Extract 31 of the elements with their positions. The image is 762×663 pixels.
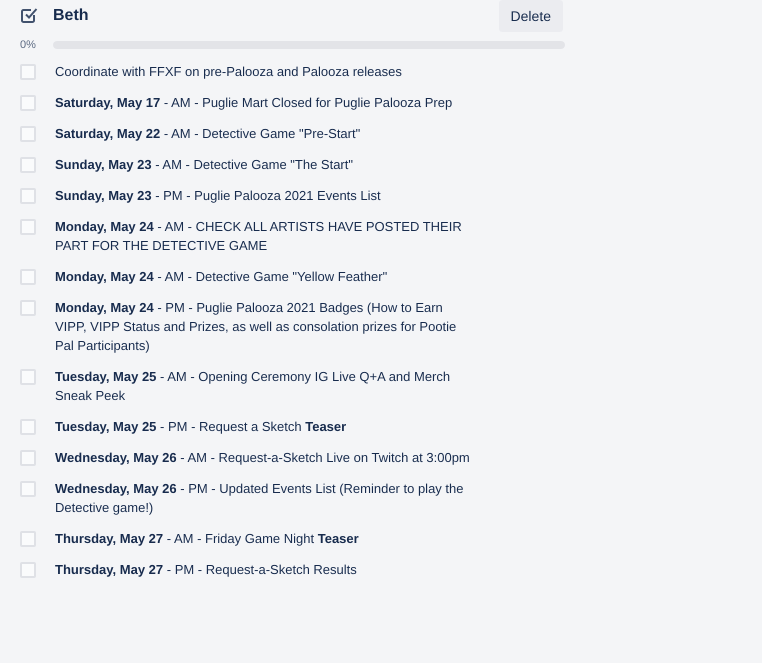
checkbox[interactable]	[20, 95, 36, 111]
checklist-item-text[interactable]: Thursday, May 27 - AM - Friday Game Night Teaser	[55, 529, 475, 548]
checklist-item-text[interactable]: Coordinate with FFXF on pre-Palooza and Palooza releases	[55, 62, 475, 81]
checklist-item-text[interactable]: Monday, May 24 - AM - Detective Game "Yellow Feather"	[55, 267, 475, 286]
checklist-item-text[interactable]: Saturday, May 22 - AM - Detective Game "Pre-Start"	[55, 124, 475, 143]
checklist-item-text[interactable]: Wednesday, May 26 - PM - Updated Events List (Reminder to play the Detective game!)	[55, 479, 475, 517]
checkbox[interactable]	[20, 481, 36, 497]
checklist-item-text[interactable]: Sunday, May 23 - PM - Puglie Palooza 2021 Events List	[55, 186, 475, 205]
checkbox[interactable]	[20, 269, 36, 285]
checklist-item-text[interactable]: Wednesday, May 26 - AM - Request-a-Sketch Live on Twitch at 3:00pm	[55, 448, 475, 467]
checkbox[interactable]	[20, 157, 36, 173]
checklist-item-text[interactable]: Sunday, May 23 - AM - Detective Game "The Start"	[55, 155, 475, 174]
checkbox[interactable]	[20, 531, 36, 547]
checklist-item-text[interactable]: Saturday, May 17 - AM - Puglie Mart Closed for Puglie Palooza Prep	[55, 93, 475, 112]
checklist-item-text[interactable]: Monday, May 24 - AM - CHECK ALL ARTISTS HAVE POSTED THEIR PART FOR THE DETECTIVE GAME	[55, 217, 475, 255]
checkbox[interactable]	[20, 188, 36, 204]
checkbox[interactable]	[20, 419, 36, 435]
checkbox[interactable]	[20, 64, 36, 80]
checkbox[interactable]	[20, 562, 36, 578]
delete-button[interactable]: Delete	[498, 0, 563, 32]
checkbox[interactable]	[20, 450, 36, 466]
checklist-item-text[interactable]: Monday, May 24 - PM - Puglie Palooza 2021 Badges (How to Earn VIPP, VIPP Status and Prizes, as well as consolation prizes for Pootie Pal Participants)	[55, 298, 475, 355]
checkbox[interactable]	[20, 369, 36, 385]
checklist-item-text[interactable]: Tuesday, May 25 - AM - Opening Ceremony IG Live Q+A and Merch Sneak Peek	[55, 367, 475, 405]
checklist-item-text[interactable]: Thursday, May 27 - PM - Request-a-Sketch Results	[55, 560, 475, 579]
checkbox[interactable]	[20, 219, 36, 235]
progress-percent: 0%	[19, 39, 37, 51]
checkbox[interactable]	[20, 300, 36, 316]
checkbox[interactable]	[20, 126, 36, 142]
checklist-title: Beth	[53, 7, 90, 25]
checklist-item-text[interactable]: Tuesday, May 25 - PM - Request a Sketch Teaser	[55, 417, 475, 436]
